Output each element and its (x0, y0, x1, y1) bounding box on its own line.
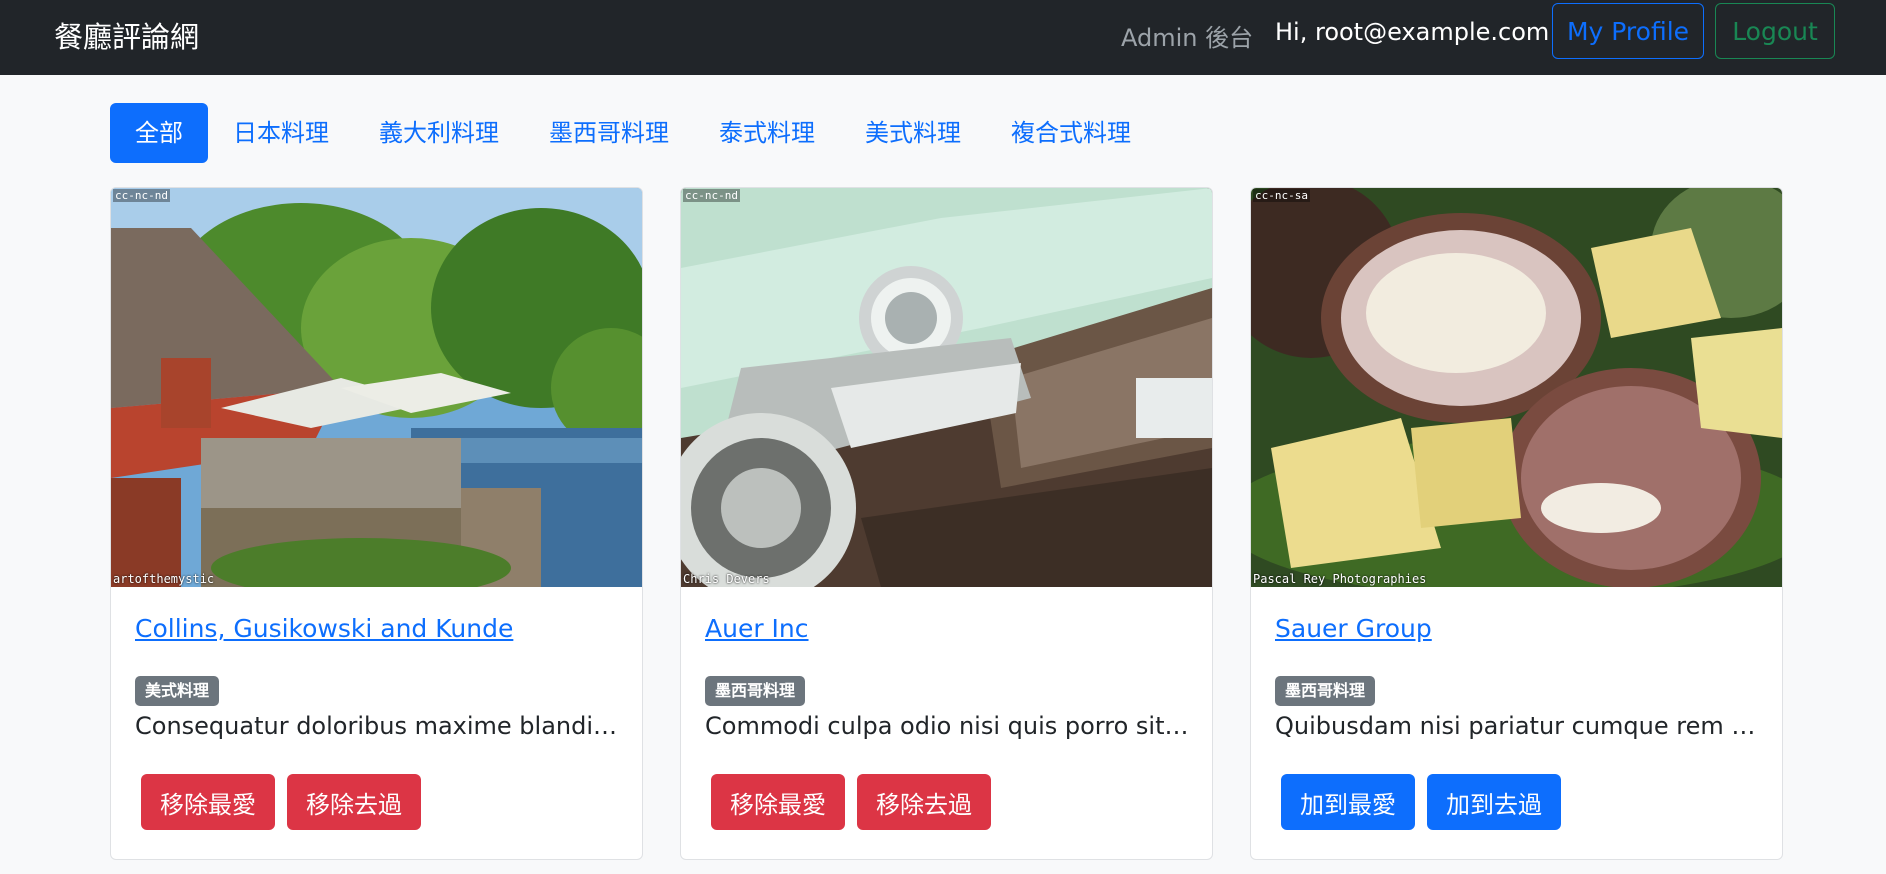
restaurant-image: cc-nc-nd Chris Devers (681, 188, 1212, 587)
category-badge: 墨西哥料理 (705, 676, 806, 706)
top-navbar: 餐廳評論網 Admin 後台 Hi, root@example.com My P… (0, 0, 1886, 75)
my-profile-button[interactable]: My Profile (1552, 3, 1704, 59)
add-visited-button[interactable]: 加到去過 (1427, 774, 1561, 830)
tab-american[interactable]: 美式料理 (840, 103, 986, 163)
category-tabs: 全部 日本料理 義大利料理 墨西哥料理 泰式料理 美式料理 複合式料理 (110, 103, 1156, 163)
restaurant-name-link[interactable]: Sauer Group (1275, 614, 1432, 643)
image-credit: Pascal Rey Photographies (1253, 572, 1427, 586)
tab-mexican[interactable]: 墨西哥料理 (524, 103, 694, 163)
restaurant-card: cc-nc-sa Pascal Rey Photographies Sauer … (1250, 187, 1783, 860)
restaurant-name-link[interactable]: Collins, Gusikowski and Kunde (135, 614, 513, 643)
user-greeting: Hi, root@example.com (1275, 18, 1550, 46)
restaurant-image: cc-nc-sa Pascal Rey Photographies (1251, 188, 1782, 587)
remove-visited-button[interactable]: 移除去過 (287, 774, 421, 830)
restaurant-name-link[interactable]: Auer Inc (705, 614, 809, 643)
remove-favorite-button[interactable]: 移除最愛 (141, 774, 275, 830)
admin-link[interactable]: Admin 後台 (1121, 18, 1253, 53)
image-license-label: cc-nc-nd (113, 189, 170, 202)
restaurant-description: Consequatur doloribus maxime blanditiis.… (135, 712, 621, 740)
image-license-label: cc-nc-nd (683, 189, 740, 202)
restaurant-card: cc-nc-nd artofthemystic Collins, Gusikow… (110, 187, 643, 860)
image-credit: Chris Devers (683, 572, 770, 586)
site-brand[interactable]: 餐廳評論網 (54, 14, 199, 56)
restaurant-image: cc-nc-nd artofthemystic (111, 188, 642, 587)
category-badge: 墨西哥料理 (1275, 676, 1376, 706)
restaurant-description: Commodi culpa odio nisi quis porro sit q… (705, 712, 1191, 740)
remove-favorite-button[interactable]: 移除最愛 (711, 774, 845, 830)
image-credit: artofthemystic (113, 572, 215, 586)
image-license-label: cc-nc-sa (1253, 189, 1310, 202)
remove-visited-button[interactable]: 移除去過 (857, 774, 991, 830)
tab-thai[interactable]: 泰式料理 (694, 103, 840, 163)
restaurant-description: Quibusdam nisi pariatur cumque rem inv..… (1275, 712, 1761, 740)
tab-italian[interactable]: 義大利料理 (354, 103, 524, 163)
add-favorite-button[interactable]: 加到最愛 (1281, 774, 1415, 830)
tab-fusion[interactable]: 複合式料理 (986, 103, 1156, 163)
logout-button[interactable]: Logout (1715, 3, 1835, 59)
restaurant-card: cc-nc-nd Chris Devers Auer Inc 墨西哥料理 Com… (680, 187, 1213, 860)
category-badge: 美式料理 (135, 676, 220, 706)
tab-japanese[interactable]: 日本料理 (208, 103, 354, 163)
tab-all[interactable]: 全部 (110, 103, 208, 163)
